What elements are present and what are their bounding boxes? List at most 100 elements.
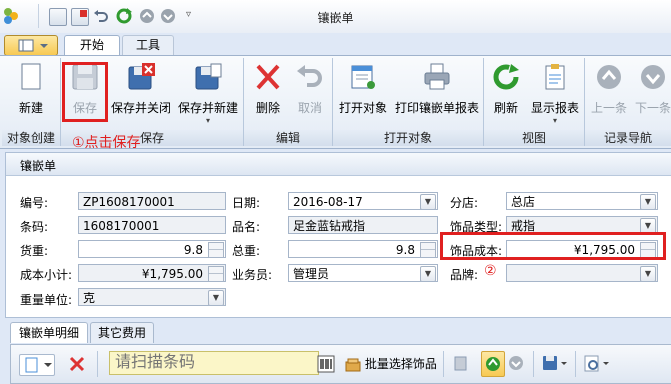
annotation-box-jewelry-cost	[440, 232, 666, 260]
next-arrow-icon	[641, 65, 665, 89]
new-row-icon	[25, 357, 52, 373]
scan-barcode-input[interactable]	[109, 351, 319, 375]
group-label-edit: 编辑	[244, 130, 332, 146]
report-clipboard-icon	[545, 64, 565, 90]
batch-box-icon	[345, 358, 361, 371]
toolbar-separator-2	[443, 351, 444, 377]
new-button-label: 新建	[18, 101, 43, 115]
barcode-icon[interactable]	[317, 354, 335, 374]
store-value: 总店	[511, 195, 536, 209]
barcode-label: 条码:	[20, 220, 49, 234]
goods-weight-field[interactable]: 9.8	[78, 240, 226, 258]
delete-button[interactable]: 删除	[248, 62, 288, 124]
weight-unit-value: 克	[83, 291, 96, 305]
save-new-button[interactable]: 保存并新建 ▾	[175, 62, 241, 125]
copy-icon[interactable]	[453, 355, 469, 373]
brand-dropdown-icon[interactable]: ▼	[640, 266, 656, 281]
save-close-button[interactable]: 保存并关闭	[109, 62, 173, 124]
refresh-icon	[493, 64, 519, 90]
open-object-button[interactable]: 打开对象	[335, 62, 391, 124]
delete-row-icon[interactable]	[67, 354, 87, 374]
cancel-label: 取消	[297, 101, 322, 115]
undo-arrow-icon	[297, 65, 322, 87]
weight-unit-dropdown-icon[interactable]: ▼	[208, 290, 224, 305]
date-field[interactable]: 2016-08-17 ▼	[288, 192, 438, 210]
group-label-view: 视图	[484, 130, 584, 146]
detail-toolbar: 批量选择饰品	[10, 344, 671, 384]
code-label: 编号:	[20, 196, 49, 210]
search-options-icon[interactable]	[583, 354, 613, 374]
open-object-label: 打开对象	[338, 101, 387, 115]
salesman-field[interactable]: 管理员 ▼	[288, 264, 438, 282]
save-new-icon	[195, 63, 222, 90]
show-report-dropdown-icon[interactable]: ▾	[528, 116, 582, 125]
store-field[interactable]: 总店 ▼	[506, 192, 658, 210]
prev-arrow-icon	[597, 65, 621, 89]
save-new-dropdown-icon[interactable]: ▾	[175, 116, 241, 125]
salesman-label: 业务员:	[232, 268, 273, 282]
show-report-label: 显示报表	[530, 101, 579, 115]
title-bar: ▿ 镶嵌单	[0, 0, 671, 34]
total-weight-spinner-icon[interactable]	[420, 242, 436, 257]
refresh-button[interactable]: 刷新	[488, 62, 524, 124]
cost-subtotal-label: 成本小计:	[20, 268, 73, 282]
save-layout-icon[interactable]	[541, 354, 569, 374]
refresh-label: 刷新	[493, 101, 518, 115]
delete-x-icon	[256, 64, 280, 90]
total-weight-value: 9.8	[395, 243, 415, 257]
tab-other-fees[interactable]: 其它费用	[90, 322, 154, 343]
move-up-button[interactable]	[481, 351, 505, 377]
code-field[interactable]: ZP1608170001	[78, 192, 226, 210]
jewelry-type-value: 戒指	[511, 219, 536, 233]
salesman-dropdown-icon[interactable]: ▼	[420, 266, 436, 281]
group-label-open-object: 打开对象	[333, 130, 483, 146]
next-label: 下一条	[634, 101, 671, 115]
annotation-box-save	[62, 62, 108, 122]
weight-unit-field[interactable]: 克 ▼	[78, 288, 226, 306]
new-row-button[interactable]	[19, 354, 55, 376]
group-view: 刷新 显示报表 ▾ 视图	[484, 58, 585, 146]
name-field[interactable]: 足金蓝钻戒指	[288, 216, 438, 234]
form-title: 镶嵌单	[20, 159, 57, 173]
cost-subtotal-spinner-icon[interactable]	[208, 266, 224, 281]
group-open-object: 打开对象 打印镶嵌单报表 打开对象	[333, 58, 484, 146]
brand-field[interactable]: ▼	[506, 264, 658, 282]
date-dropdown-icon[interactable]: ▼	[420, 194, 436, 209]
window-title: 镶嵌单	[317, 11, 354, 25]
batch-select-button[interactable]: 批量选择饰品	[345, 353, 437, 375]
group-label-record-nav: 记录导航	[585, 130, 671, 146]
goods-weight-spinner-icon[interactable]	[208, 242, 224, 257]
next-record-button[interactable]: 下一条	[633, 62, 671, 124]
total-weight-field[interactable]: 9.8	[288, 240, 438, 258]
prev-label: 上一条	[590, 101, 627, 115]
salesman-value: 管理员	[293, 267, 330, 281]
goods-weight-label: 货重:	[20, 244, 49, 258]
weight-unit-label: 重量单位:	[20, 293, 73, 307]
batch-select-label: 批量选择饰品	[364, 357, 437, 371]
print-report-label: 打印镶嵌单报表	[394, 101, 479, 115]
show-report-button[interactable]: 显示报表 ▾	[528, 62, 582, 125]
cost-subtotal-value: ¥1,795.00	[141, 267, 203, 281]
new-document-icon	[21, 63, 41, 90]
print-report-button[interactable]: 打印镶嵌单报表	[393, 62, 481, 124]
goods-weight-value: 9.8	[183, 243, 203, 257]
delete-label: 删除	[255, 101, 280, 115]
cancel-button[interactable]: 取消	[290, 62, 330, 124]
tab-tools[interactable]: 工具	[122, 35, 174, 55]
cost-subtotal-field[interactable]: ¥1,795.00	[78, 264, 226, 282]
down-gray-icon[interactable]	[507, 354, 525, 372]
app-menu-button[interactable]	[4, 35, 58, 56]
annotation-step2: ②	[484, 263, 497, 279]
store-dropdown-icon[interactable]: ▼	[640, 194, 656, 209]
total-weight-label: 总重:	[232, 244, 261, 258]
prev-record-button[interactable]: 上一条	[589, 62, 629, 124]
barcode-field[interactable]: 1608170001	[78, 216, 226, 234]
detail-tab-row: 镶嵌单明细 其它费用	[10, 322, 670, 344]
store-label: 分店:	[450, 196, 479, 210]
tab-home[interactable]: 开始	[64, 35, 120, 55]
new-button[interactable]: 新建	[6, 62, 56, 124]
group-record-nav: 上一条 下一条 记录导航	[585, 58, 671, 146]
brand-label: 品牌:	[450, 268, 479, 282]
group-object-create: 新建 对象创建	[2, 58, 61, 146]
tab-inlay-detail[interactable]: 镶嵌单明细	[10, 322, 88, 343]
